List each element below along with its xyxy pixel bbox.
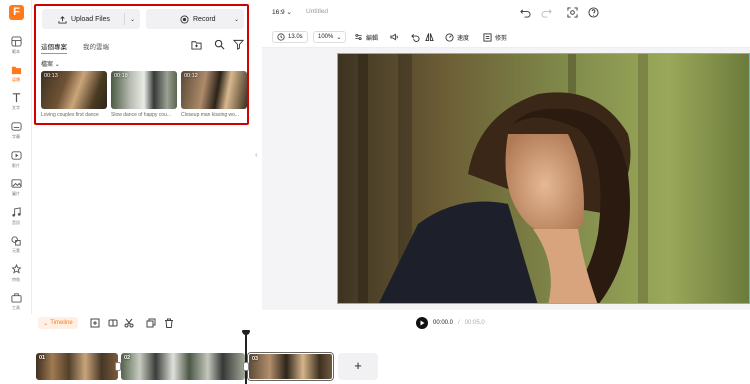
rail-item-images[interactable]: 圖片 (0, 178, 32, 204)
effects-icon (10, 264, 22, 274)
rail-label: 範本 (12, 49, 20, 54)
timeline-clip-2[interactable]: 02 (121, 353, 245, 380)
subtitle-icon (10, 122, 22, 131)
zoom-select[interactable]: 100% ⌄ (313, 31, 347, 43)
rail-item-subtitles[interactable]: 字幕 (0, 121, 32, 147)
rail-item-video[interactable]: 影片 (0, 150, 32, 176)
clip-number: 03 (252, 356, 259, 362)
zoom-value: 100% (318, 34, 334, 40)
rail-label: 工具 (12, 305, 20, 310)
timeline-label: Timeline (50, 320, 73, 326)
media-folder-icon (11, 66, 21, 75)
top-bar (262, 0, 750, 26)
rail-label: 音訊 (12, 220, 20, 225)
rail-item-text[interactable]: 文字 (0, 92, 32, 118)
rail-item-media[interactable]: 媒體 (0, 64, 32, 90)
add-clip-button[interactable]: + (338, 353, 378, 380)
image-icon (10, 179, 22, 188)
rail-label: 特效 (12, 277, 20, 282)
rail-item-audio[interactable]: 音訊 (0, 207, 32, 233)
timeline-clip-1[interactable]: 01 (36, 353, 118, 380)
preview-frame (338, 54, 749, 303)
timeline-toggle-button[interactable]: ⌄ Timeline (38, 317, 78, 329)
template-icon (10, 36, 22, 47)
music-icon (11, 207, 21, 217)
rail-label: 媒體 (12, 77, 20, 82)
duration-field[interactable]: 13.0s (272, 31, 308, 43)
playhead[interactable] (245, 332, 247, 384)
elements-icon (10, 236, 21, 246)
chevron-down-icon: ⌄ (336, 34, 342, 41)
tools-icon (10, 293, 22, 303)
duration-value: 13.0s (288, 34, 303, 40)
edit-label: 編輯 (366, 35, 379, 42)
undo-icon[interactable] (520, 7, 531, 18)
flip-icon[interactable] (425, 31, 434, 43)
aspect-ratio-select[interactable]: 16:9 ⌄ (272, 8, 292, 16)
collapse-panel-icon[interactable]: ‹ (255, 150, 261, 164)
scissors-icon[interactable] (124, 318, 134, 328)
highlight-box (34, 4, 249, 125)
app-logo: F (9, 5, 24, 20)
screenshot-icon[interactable] (567, 7, 578, 18)
rail-label: 影片 (12, 163, 20, 168)
trim-label: 修剪 (495, 35, 508, 42)
rail-item-effects[interactable]: 特效 (0, 264, 32, 290)
redo-icon[interactable] (541, 7, 552, 18)
rail-item-elements[interactable]: 元素 (0, 235, 32, 261)
transition-handle[interactable] (115, 362, 121, 371)
edit-button[interactable]: 編輯 (354, 31, 378, 43)
video-preview[interactable] (337, 53, 750, 304)
speedometer-icon (445, 32, 454, 42)
timeline-clip-3[interactable]: 03 (248, 353, 333, 380)
trim-button[interactable]: 修剪 (483, 31, 507, 43)
speed-button[interactable]: 速度 (445, 31, 469, 43)
split-icon[interactable] (108, 318, 118, 328)
text-icon (12, 93, 20, 103)
transition-handle[interactable] (243, 362, 249, 371)
aspect-ratio-value: 16:9 (272, 9, 285, 16)
rail-label: 元素 (12, 248, 20, 253)
speed-label: 速度 (457, 35, 470, 42)
rail-item-templates[interactable]: 範本 (0, 36, 32, 62)
rail-label: 圖片 (12, 191, 20, 196)
rail-label: 文字 (12, 105, 20, 110)
clip-number: 01 (39, 355, 46, 361)
rotate-icon[interactable] (411, 31, 420, 43)
project-title[interactable]: Untitled (306, 8, 328, 15)
delete-icon[interactable] (164, 318, 174, 328)
volume-icon[interactable] (390, 31, 399, 43)
chevron-icon: ⌄ (43, 320, 49, 327)
left-rail: F 範本 媒體 文字 字幕 影片 圖片 音訊 元素 特效 工具 (0, 0, 32, 314)
help-icon[interactable] (588, 7, 599, 18)
rail-label: 字幕 (12, 134, 20, 139)
video-icon (10, 151, 22, 160)
sliders-icon (355, 33, 362, 41)
clip-number: 02 (124, 355, 131, 361)
trim-icon (483, 32, 492, 42)
clock-icon (277, 33, 285, 41)
duplicate-icon[interactable] (146, 318, 156, 328)
add-track-icon[interactable] (90, 318, 100, 328)
